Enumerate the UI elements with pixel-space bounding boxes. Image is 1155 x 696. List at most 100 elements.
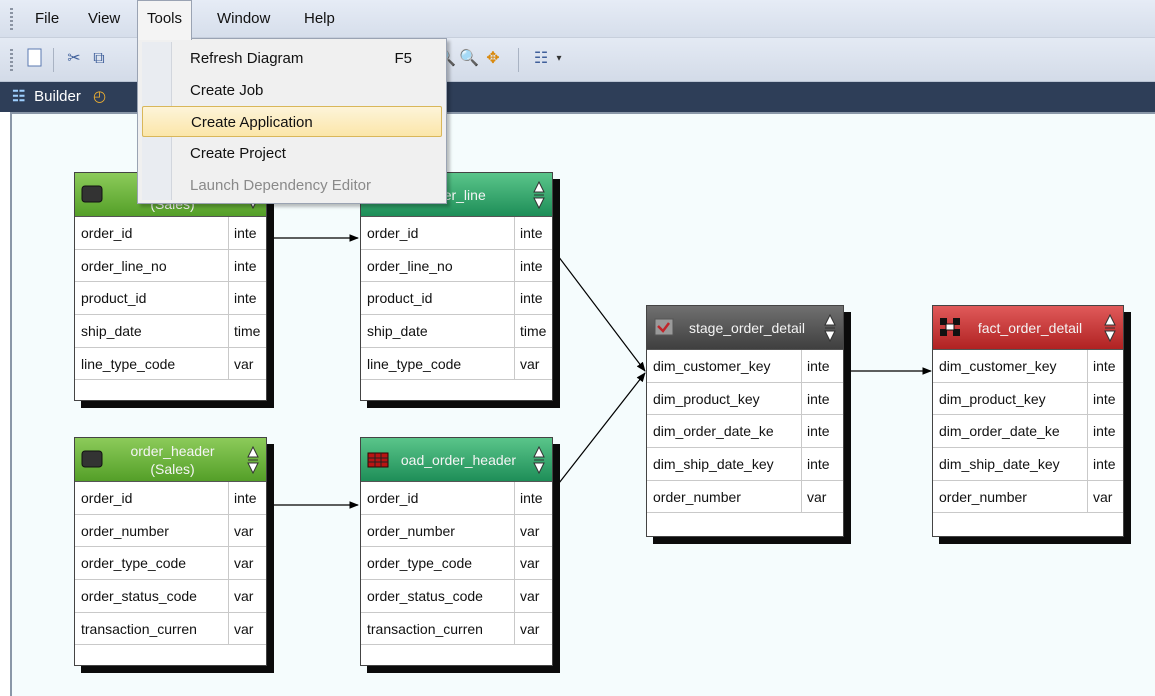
table-row[interactable]: ship_date time: [75, 315, 266, 348]
column-type: var: [514, 547, 552, 580]
table-title: order_header: [130, 443, 215, 459]
table-row[interactable]: order_number var: [933, 480, 1123, 514]
new-document-icon[interactable]: [24, 48, 46, 70]
table-load-order-line[interactable]: rder_line order_id inte order_line_no inte…: [360, 172, 553, 401]
table-row[interactable]: dim_ship_date_key inte: [933, 448, 1123, 481]
column-name: order_id: [81, 225, 133, 241]
menu-item-refresh-diagram[interactable]: Refresh Diagram F5: [142, 43, 442, 74]
column-type: inte: [801, 415, 843, 448]
table-title: oad_order_header: [400, 452, 517, 468]
column-type: inte: [514, 482, 552, 514]
table-row[interactable]: dim_order_date_ke inte: [933, 415, 1123, 449]
table-row[interactable]: dim_ship_date_key inte: [647, 448, 843, 481]
table-row[interactable]: order_status_code var: [75, 580, 266, 613]
table-subtitle: (Sales): [150, 461, 195, 477]
scheduler-icon[interactable]: ◴: [93, 82, 106, 112]
toolbar-separator-2: [518, 48, 519, 72]
table-row[interactable]: order_id inte: [361, 482, 552, 515]
column-type: inte: [228, 482, 266, 514]
table-row[interactable]: dim_customer_key inte: [933, 350, 1123, 383]
table-stage-order-detail[interactable]: stage_order_detail dim_customer_key inte …: [646, 305, 844, 537]
column-name: dim_customer_key: [939, 358, 1057, 374]
table-row[interactable]: dim_product_key inte: [933, 382, 1123, 416]
column-name: dim_customer_key: [653, 358, 771, 374]
table-load-order-header[interactable]: oad_order_header order_id inte order_numb…: [360, 437, 553, 666]
table-header[interactable]: stage_order_detail: [647, 306, 843, 350]
table-row[interactable]: product_id inte: [361, 282, 552, 316]
menu-item-create-job[interactable]: Create Job: [142, 75, 442, 106]
table-row[interactable]: order_status_code var: [361, 580, 552, 613]
tools-menu-dropdown: Refresh Diagram F5 Create Job Create App…: [137, 38, 447, 204]
menu-tools[interactable]: Tools: [137, 0, 193, 40]
column-name: transaction_curren: [81, 620, 197, 637]
table-row[interactable]: order_type_code var: [361, 547, 552, 581]
table-order-header-source[interactable]: order_header (Sales) order_id inte order_…: [74, 437, 267, 666]
column-name: order_type_code: [81, 555, 187, 572]
column-type: inte: [1087, 382, 1123, 415]
column-type: var: [801, 480, 843, 513]
column-name: order_id: [81, 490, 133, 506]
table-row[interactable]: order_number var: [75, 514, 266, 548]
layout-grid-icon[interactable]: ☷: [530, 48, 552, 70]
table-row[interactable]: order_id inte: [75, 482, 266, 515]
column-name: order_number: [367, 522, 455, 539]
table-row[interactable]: product_id inte: [75, 282, 266, 316]
table-row[interactable]: line_type_code var: [75, 347, 266, 381]
column-type: var: [514, 347, 552, 380]
collapse-toggle-icon[interactable]: [824, 314, 836, 342]
menu-file[interactable]: File: [26, 0, 68, 38]
table-row[interactable]: transaction_curren var: [75, 612, 266, 646]
database-icon: [81, 185, 103, 203]
cut-icon[interactable]: ✂: [63, 48, 85, 70]
column-type: var: [228, 580, 266, 612]
table-header[interactable]: oad_order_header: [361, 438, 552, 482]
column-type: var: [514, 514, 552, 547]
column-name: dim_product_key: [653, 390, 760, 407]
table-row[interactable]: order_type_code var: [75, 547, 266, 581]
tab-builder[interactable]: ☷ Builder ◴: [12, 82, 106, 112]
menu-item-create-project[interactable]: Create Project: [142, 138, 442, 169]
table-title: fact_order_detail: [977, 320, 1083, 336]
pan-icon[interactable]: ✥: [482, 48, 504, 70]
table-header[interactable]: order_header (Sales): [75, 438, 266, 482]
table-header[interactable]: fact_order_detail: [933, 306, 1123, 350]
toolbar-grip: [10, 49, 13, 71]
collapse-toggle-icon[interactable]: [533, 181, 545, 209]
zoom-out-icon[interactable]: 🔍: [458, 48, 480, 70]
table-order-line-source[interactable]: o (Sales) order_idinte order_line_nointe…: [74, 172, 267, 401]
table-row[interactable]: order_line_no inte: [361, 249, 552, 283]
table-row[interactable]: order_id inte: [361, 217, 552, 250]
collapse-toggle-icon[interactable]: [1104, 314, 1116, 342]
menu-help[interactable]: Help: [295, 0, 344, 38]
column-name: transaction_curren: [367, 620, 483, 637]
table-row[interactable]: dim_customer_key inte: [647, 350, 843, 383]
column-name: order_number: [653, 488, 741, 505]
copy-icon[interactable]: ⧉: [88, 48, 110, 70]
column-name: order_line_no: [367, 257, 453, 274]
column-type: var: [514, 612, 552, 645]
table-fact-order-detail[interactable]: fact_order_detail dim_customer_key inte d…: [932, 305, 1124, 537]
column-type: inte: [228, 217, 266, 249]
column-type: inte: [1087, 448, 1123, 480]
table-row[interactable]: order_line_no inte: [75, 249, 266, 283]
table-row[interactable]: ship_date time: [361, 315, 552, 348]
table-row[interactable]: order_number var: [361, 514, 552, 548]
collapse-toggle-icon[interactable]: [533, 446, 545, 474]
menu-item-create-application[interactable]: Create Application: [142, 106, 442, 137]
table-row[interactable]: order_id inte: [75, 217, 266, 250]
table-footer: [647, 513, 843, 531]
table-row[interactable]: order_number var: [647, 480, 843, 514]
table-row[interactable]: line_type_code var: [361, 347, 552, 381]
column-name: dim_order_date_ke: [653, 423, 774, 440]
load-table-icon: [367, 452, 389, 468]
menu-item-launch-dependency-editor[interactable]: Launch Dependency Editor: [142, 170, 442, 201]
table-row[interactable]: dim_order_date_ke inte: [647, 415, 843, 449]
database-icon: [81, 450, 103, 468]
collapse-toggle-icon[interactable]: [247, 446, 259, 474]
menu-item-label: Launch Dependency Editor: [190, 177, 371, 194]
table-row[interactable]: transaction_curren var: [361, 612, 552, 646]
menu-view[interactable]: View: [79, 0, 129, 38]
toolbar-overflow-icon[interactable]: ▾: [553, 48, 565, 70]
menu-window[interactable]: Window: [208, 0, 279, 38]
table-row[interactable]: dim_product_key inte: [647, 382, 843, 416]
